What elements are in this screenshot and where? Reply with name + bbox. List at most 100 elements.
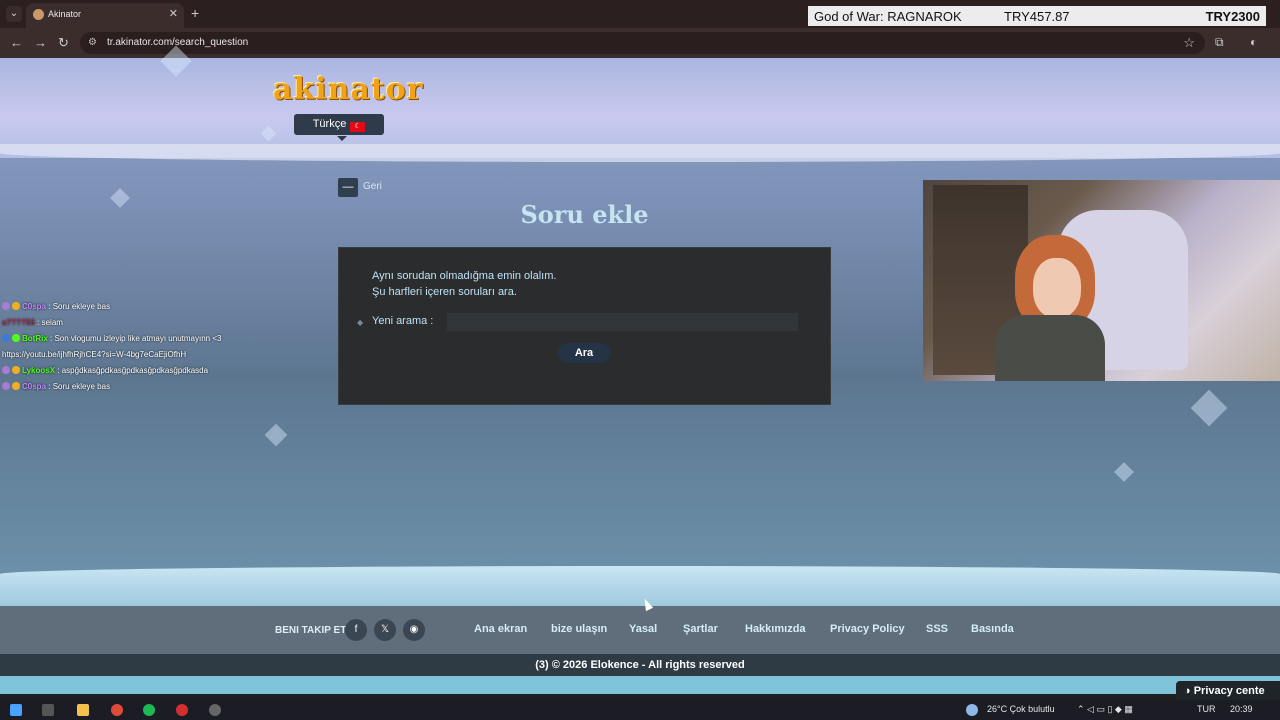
chat-username: LykoosX <box>22 366 56 375</box>
chat-badge-icon <box>2 302 10 310</box>
site-info-icon[interactable]: ⚙ <box>88 37 97 48</box>
footer-link-privacy[interactable]: Privacy Policy <box>830 623 905 635</box>
footer-link-about[interactable]: Hakkımızda <box>745 623 806 635</box>
chat-text: : Soru ekleye bas <box>48 302 111 311</box>
obs-icon[interactable] <box>209 704 221 716</box>
decor-diamond <box>264 423 288 447</box>
windows-taskbar: 26°C Çok bulutlu ⌃ ◁ ▭ ▯ ◆ ▦ TUR 20:39 <box>0 700 1280 720</box>
footer: BENI TAKIP ET f 𝕏 ◉ Ana ekran bize ulaşı… <box>0 606 1280 654</box>
decor-diamond <box>1190 389 1228 427</box>
header-band <box>0 58 1280 158</box>
profile-icon[interactable]: ◐ <box>1250 35 1257 49</box>
instruction-line-2: Şu harfleri içeren soruları ara. <box>372 286 517 298</box>
caret-down-icon <box>337 136 347 141</box>
opera-icon[interactable] <box>176 704 188 716</box>
search-button[interactable]: Ara <box>558 343 610 363</box>
chat-message: https://youtu.be/ijhfhRjhCE4?si=W-4bg7eC… <box>2 347 302 363</box>
chat-text: : selam <box>37 318 63 327</box>
chat-username: C0spa <box>22 382 47 391</box>
weather-text[interactable]: 26°C Çok bulutlu <box>987 704 1055 714</box>
chat-message: LykoosX : aspğdkasğpdkasğpdkasğpdkasğpdk… <box>2 363 302 379</box>
follow-label: BENI TAKIP ET <box>275 625 347 636</box>
tab-close-icon[interactable]: ✕ <box>169 7 178 20</box>
chat-text: https://youtu.be/ijhfhRjhCE4?si=W-4bg7eC… <box>2 350 187 359</box>
search-label: Yeni arama : <box>372 315 434 327</box>
url-field[interactable]: ⚙ tr.akinator.com/search_question ☆ <box>80 32 1205 54</box>
bottom-strip <box>0 676 1280 694</box>
bookmark-star-icon[interactable]: ☆ <box>1183 35 1195 51</box>
tab-bar: ⌄ Akinator ✕ + God of War: RAGNAROK TRY4… <box>0 0 1280 28</box>
chrome-icon[interactable] <box>111 704 123 716</box>
decor-diamond <box>1114 462 1134 482</box>
chat-message: C0spa : Soru ekleye bas <box>2 299 302 315</box>
file-explorer-icon[interactable] <box>77 704 89 716</box>
spotify-icon[interactable] <box>143 704 155 716</box>
overlay-game-title: God of War: RAGNAROK <box>814 9 962 24</box>
privacy-icon: ◑ <box>1184 685 1194 697</box>
chat-text: : aspğdkasğpdkasğpdkasğpdkasğpdkasda <box>57 366 209 375</box>
chat-badge-icon <box>2 366 10 374</box>
back-label[interactable]: Geri <box>363 181 382 192</box>
task-view-icon[interactable] <box>42 704 54 716</box>
cam-person-face <box>1033 258 1081 318</box>
decor-diamond <box>110 188 130 208</box>
new-tab-icon[interactable]: + <box>191 5 199 21</box>
search-question-card: Aynı sorudan olmadığma emin olalım. Şu h… <box>338 247 831 405</box>
turkey-flag-icon: ☾ <box>350 122 366 132</box>
chat-message: a????56 : selam <box>2 315 302 331</box>
facebook-icon[interactable]: f <box>345 619 367 641</box>
cam-person-body <box>995 315 1105 381</box>
chat-badge-icon <box>12 382 20 390</box>
windows-start-icon[interactable] <box>10 704 22 716</box>
footer-link-terms[interactable]: Şartlar <box>683 623 718 635</box>
overlay-price-total: TRY2300 <box>1205 9 1260 24</box>
footer-link-press[interactable]: Basında <box>971 623 1014 635</box>
screen: ⌄ Akinator ✕ + God of War: RAGNAROK TRY4… <box>0 0 1280 720</box>
chat-badge-icon <box>12 366 20 374</box>
tray-icons[interactable]: ⌃ ◁ ▭ ▯ ◆ ▦ <box>1077 704 1133 715</box>
tab-search-icon[interactable]: ⌄ <box>6 6 22 22</box>
back-button[interactable]: — <box>338 178 358 197</box>
overlay-price: TRY457.87 <box>1004 9 1070 24</box>
privacy-label: Privacy cente <box>1193 685 1265 697</box>
bullet-icon: ◆ <box>357 318 364 327</box>
language-indicator[interactable]: TUR <box>1197 704 1216 714</box>
x-twitter-icon[interactable]: 𝕏 <box>374 619 396 641</box>
stream-overlay-banner: God of War: RAGNAROK TRY457.87 TRY2300 <box>808 6 1266 26</box>
chat-text: : Soru ekleye bas <box>48 382 111 391</box>
search-input[interactable] <box>447 313 798 331</box>
chat-username: C0spa <box>22 302 47 311</box>
chat-badge-icon <box>12 302 20 310</box>
extensions-icon[interactable]: ⧉ <box>1215 35 1224 50</box>
chat-text: : Son vlogumu izleyip like atmayı unutma… <box>50 334 222 343</box>
reload-icon[interactable]: ↻ <box>58 35 69 51</box>
privacy-center-button[interactable]: ◑ Privacy cente <box>1176 681 1280 701</box>
chat-username: BotRix <box>22 334 48 343</box>
tab-akinator[interactable]: Akinator ✕ <box>26 3 184 28</box>
copyright: (3) © 2026 Elokence - All rights reserve… <box>0 654 1280 676</box>
chat-message: C0spa : Soru ekleye bas <box>2 379 302 395</box>
chat-message: BotRix : Son vlogumu izleyip like atmayı… <box>2 331 302 347</box>
akinator-page: akinator Türkçe ☾ — Geri Soru ekle Aynı s… <box>0 45 1280 701</box>
language-selector[interactable]: Türkçe ☾ <box>294 114 384 135</box>
footer-link-legal[interactable]: Yasal <box>629 623 657 635</box>
stream-chat-overlay: C0spa : Soru ekleye bas a????56 : selam … <box>2 299 302 395</box>
footer-link-home[interactable]: Ana ekran <box>474 623 527 635</box>
chat-badge-icon <box>12 334 20 342</box>
language-label: Türkçe <box>312 118 347 130</box>
chat-username: a????56 <box>2 318 35 327</box>
discord-icon[interactable]: ◉ <box>403 619 425 641</box>
chat-badge-icon <box>2 334 10 342</box>
back-arrow-icon[interactable]: ← <box>10 35 23 50</box>
address-bar: ← → ↻ ⚙ tr.akinator.com/search_question … <box>0 28 1280 58</box>
instruction-line-1: Aynı sorudan olmadığma emin olalım. <box>372 270 557 282</box>
header-curve <box>0 144 1280 162</box>
akinator-favicon-icon <box>33 9 44 20</box>
clock[interactable]: 20:39 <box>1230 704 1253 714</box>
forward-arrow-icon[interactable]: → <box>34 35 47 50</box>
footer-link-faq[interactable]: SSS <box>926 623 948 635</box>
footer-link-contact[interactable]: bize ulaşın <box>551 623 607 635</box>
webcam-overlay <box>923 180 1280 381</box>
weather-icon <box>966 704 978 716</box>
akinator-logo[interactable]: akinator <box>273 72 424 107</box>
